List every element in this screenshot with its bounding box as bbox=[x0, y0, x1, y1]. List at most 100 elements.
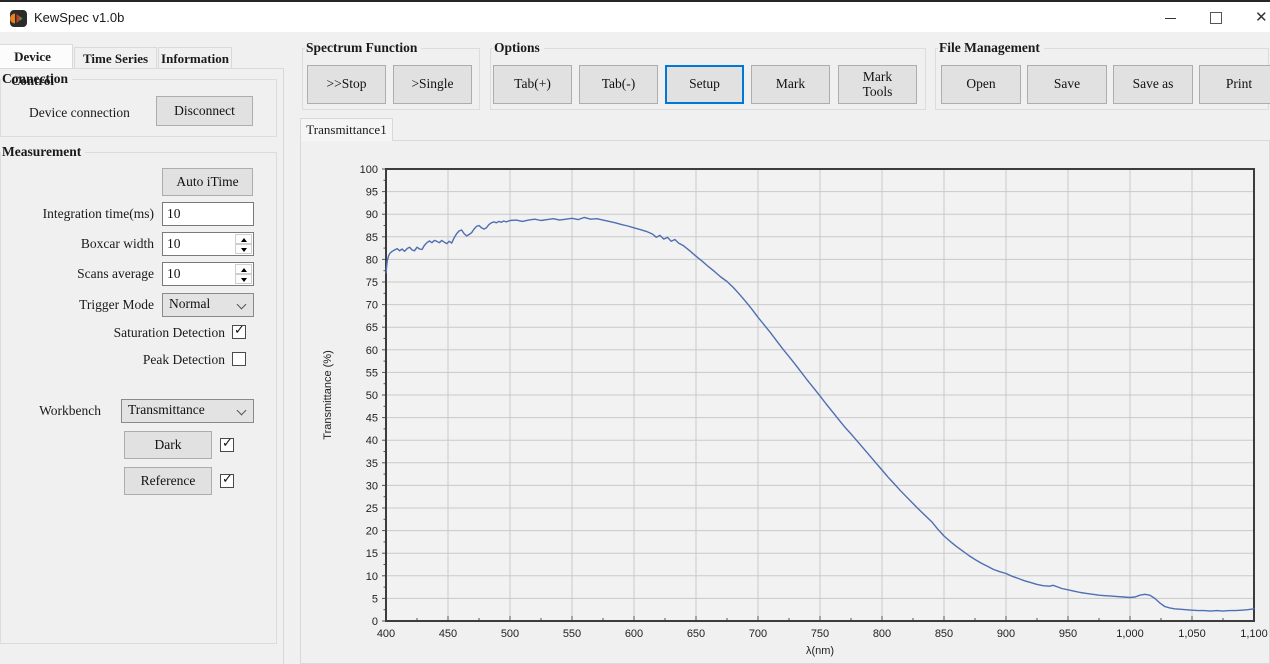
spinner-down-icon bbox=[241, 278, 247, 282]
dark-button[interactable]: Dark bbox=[124, 431, 212, 459]
svg-text:95: 95 bbox=[366, 187, 378, 199]
auto-itime-button[interactable]: Auto iTime bbox=[162, 168, 253, 196]
tab-time-series-label: Time Series bbox=[83, 51, 148, 66]
tab-information-label: Information bbox=[161, 51, 229, 66]
svg-text:40: 40 bbox=[366, 435, 378, 447]
print-button[interactable]: Print bbox=[1199, 65, 1270, 104]
stop-button-label: >>Stop bbox=[327, 77, 367, 92]
open-button-label: Open bbox=[966, 77, 995, 92]
boxcar-width-input[interactable] bbox=[163, 233, 233, 255]
tab-time-series[interactable]: Time Series bbox=[74, 47, 157, 68]
setup-button[interactable]: Setup bbox=[665, 65, 744, 104]
mark-tools-label: Mark Tools bbox=[853, 70, 902, 100]
svg-text:450: 450 bbox=[439, 628, 457, 640]
tab-minus-label: Tab(-) bbox=[602, 77, 636, 92]
workbench-select[interactable]: Transmittance bbox=[121, 399, 254, 423]
tab-plus-label: Tab(+) bbox=[514, 77, 551, 92]
svg-text:50: 50 bbox=[366, 390, 378, 402]
scans-average-input[interactable] bbox=[163, 263, 233, 285]
svg-text:70: 70 bbox=[366, 300, 378, 312]
trigger-mode-label: Trigger Mode bbox=[9, 297, 154, 313]
svg-text:85: 85 bbox=[366, 232, 378, 244]
reference-button-label: Reference bbox=[141, 474, 196, 489]
svg-text:650: 650 bbox=[687, 628, 705, 640]
svg-text:80: 80 bbox=[366, 254, 378, 266]
svg-text:60: 60 bbox=[366, 345, 378, 357]
boxcar-spin-down-button[interactable] bbox=[235, 244, 252, 254]
disconnect-button-label: Disconnect bbox=[174, 104, 235, 119]
maximize-button[interactable] bbox=[1193, 2, 1239, 34]
close-button[interactable]: ✕ bbox=[1239, 2, 1270, 34]
integration-time-label: Integration time(ms) bbox=[9, 206, 154, 222]
reference-button[interactable]: Reference bbox=[124, 467, 212, 495]
tab-minus-button[interactable]: Tab(-) bbox=[579, 65, 658, 104]
tab-information[interactable]: Information bbox=[158, 47, 232, 68]
scans-spin-up-button[interactable] bbox=[235, 264, 252, 274]
svg-text:600: 600 bbox=[625, 628, 643, 640]
y-axis-title: Transmittance (%) bbox=[322, 350, 334, 439]
reference-checkbox[interactable] bbox=[220, 474, 234, 488]
window-title: KewSpec v1.0b bbox=[34, 2, 124, 34]
file-management-legend: File Management bbox=[938, 40, 1044, 56]
svg-text:1,100: 1,100 bbox=[1240, 628, 1268, 640]
single-button-label: >Single bbox=[411, 77, 453, 92]
app-window: KewSpec v1.0b ✕ Device Control Time Seri… bbox=[0, 0, 1270, 664]
transmittance-chart: 4004505005506006507007508008509009501,00… bbox=[301, 141, 1269, 663]
single-button[interactable]: >Single bbox=[393, 65, 472, 104]
svg-text:950: 950 bbox=[1059, 628, 1077, 640]
options-legend: Options bbox=[493, 40, 544, 56]
boxcar-spin-up-button[interactable] bbox=[235, 234, 252, 244]
dark-checkbox[interactable] bbox=[220, 438, 234, 452]
mark-button[interactable]: Mark bbox=[751, 65, 830, 104]
save-button[interactable]: Save bbox=[1027, 65, 1107, 104]
boxcar-spin-buttons bbox=[235, 234, 252, 254]
measurement-legend: Measurement bbox=[1, 144, 85, 160]
svg-text:75: 75 bbox=[366, 277, 378, 289]
minimize-button[interactable] bbox=[1147, 2, 1193, 34]
mark-tools-button[interactable]: Mark Tools bbox=[838, 65, 917, 104]
stop-button[interactable]: >>Stop bbox=[307, 65, 386, 104]
file-management-groupbox: File Management Open Save Save as Print bbox=[935, 48, 1269, 110]
tab-plus-button[interactable]: Tab(+) bbox=[493, 65, 572, 104]
svg-text:30: 30 bbox=[366, 480, 378, 492]
save-as-button[interactable]: Save as bbox=[1113, 65, 1193, 104]
svg-text:0: 0 bbox=[372, 616, 378, 628]
print-button-label: Print bbox=[1226, 77, 1252, 92]
peak-detection-checkbox[interactable] bbox=[232, 352, 246, 366]
disconnect-button[interactable]: Disconnect bbox=[156, 96, 253, 126]
open-button[interactable]: Open bbox=[941, 65, 1021, 104]
setup-button-label: Setup bbox=[689, 77, 720, 92]
svg-text:55: 55 bbox=[366, 367, 378, 379]
workbench-value: Transmittance bbox=[128, 402, 205, 417]
svg-text:65: 65 bbox=[366, 322, 378, 334]
chevron-down-icon bbox=[237, 300, 247, 310]
scans-spin-buttons bbox=[235, 264, 252, 284]
maximize-icon bbox=[1210, 12, 1222, 24]
svg-text:35: 35 bbox=[366, 458, 378, 470]
svg-text:25: 25 bbox=[366, 503, 378, 515]
app-logo-icon bbox=[10, 10, 27, 27]
svg-text:900: 900 bbox=[997, 628, 1015, 640]
svg-text:850: 850 bbox=[935, 628, 953, 640]
chart-panel: 4004505005506006507007508008509009501,00… bbox=[300, 140, 1270, 664]
svg-text:20: 20 bbox=[366, 526, 378, 538]
saturation-detection-checkbox[interactable] bbox=[232, 325, 246, 339]
tab-device-control-label: Device Control bbox=[11, 49, 54, 88]
svg-text:5: 5 bbox=[372, 593, 378, 605]
spectrum-function-legend: Spectrum Function bbox=[305, 40, 421, 56]
scans-average-stepper bbox=[162, 262, 254, 286]
close-icon: ✕ bbox=[1255, 8, 1268, 26]
tab-transmittance1[interactable]: Transmittance1 bbox=[300, 118, 393, 141]
options-groupbox: Options Tab(+) Tab(-) Setup Mark Mark To… bbox=[490, 48, 926, 110]
svg-text:750: 750 bbox=[811, 628, 829, 640]
boxcar-width-label: Boxcar width bbox=[9, 236, 154, 252]
spinner-up-icon bbox=[241, 268, 247, 272]
svg-text:1,000: 1,000 bbox=[1116, 628, 1144, 640]
measurement-groupbox: Measurement Auto iTime Integration time(… bbox=[0, 152, 277, 644]
integration-time-input[interactable] bbox=[162, 202, 254, 226]
scans-spin-down-button[interactable] bbox=[235, 274, 252, 284]
tab-device-control[interactable]: Device Control bbox=[0, 44, 73, 68]
trigger-mode-select[interactable]: Normal bbox=[162, 293, 254, 317]
chevron-down-icon bbox=[237, 406, 247, 416]
dark-button-label: Dark bbox=[155, 438, 182, 453]
